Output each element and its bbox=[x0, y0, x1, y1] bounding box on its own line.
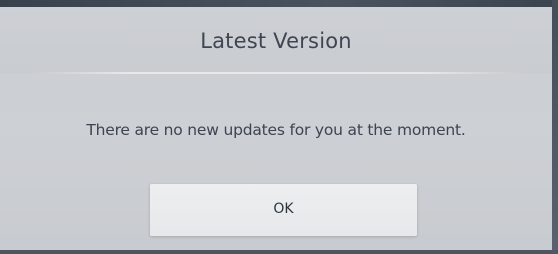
screen-bottom-edge bbox=[0, 250, 558, 254]
ok-button-label: OK bbox=[273, 201, 294, 217]
ok-button[interactable]: OK bbox=[150, 184, 417, 236]
header-divider bbox=[30, 72, 522, 74]
dialog-header: Latest Version bbox=[0, 7, 552, 74]
update-dialog: Latest Version There are no new updates … bbox=[0, 7, 552, 250]
dialog-message: There are no new updates for you at the … bbox=[86, 121, 466, 139]
screen-right-edge bbox=[552, 0, 558, 254]
dialog-title: Latest Version bbox=[200, 29, 352, 53]
tv-screen: Latest Version There are no new updates … bbox=[0, 0, 558, 254]
screen-top-edge bbox=[0, 0, 558, 7]
